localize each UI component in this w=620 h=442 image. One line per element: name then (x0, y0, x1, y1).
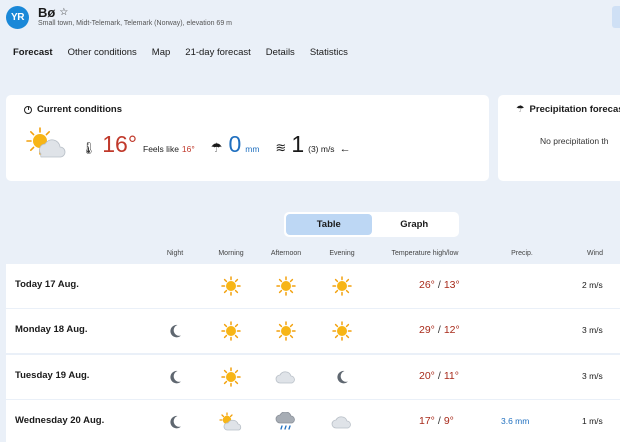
temperature-low: 13° (443, 279, 460, 291)
row-temperature-high-low: 17°/9° (419, 415, 454, 427)
temperature-high: 26° (419, 279, 435, 291)
location-title: Bø ☆ (38, 5, 68, 20)
feels-like-value: 16° (181, 144, 195, 154)
table-view-button[interactable]: Table (286, 214, 372, 235)
wind-gust-unit: (3) m/s (308, 144, 335, 154)
current-conditions-heading: Current conditions (24, 104, 122, 115)
row-wind: 3 m/s (582, 325, 603, 335)
nav-tab-21-day-forecast[interactable]: 21-day forecast (185, 47, 250, 58)
partly-cloudy-sun-icon (26, 127, 66, 164)
feels-like-label: Feels like (143, 144, 179, 154)
nav-tab-map[interactable]: Map (152, 47, 170, 58)
moon-icon (165, 400, 185, 442)
nav-tab-details[interactable]: Details (266, 47, 295, 58)
row-wind: 1 m/s (582, 416, 603, 426)
row-temperature-high-low: 29°/12° (419, 324, 460, 336)
umbrella-icon: ☂ (210, 140, 223, 155)
temperature-high: 29° (419, 324, 435, 336)
table-row[interactable]: Tuesday 19 Aug. 20°/11° 3 m/s (6, 355, 620, 399)
temperature-separator: / (437, 415, 441, 427)
row-day-label: Today 17 Aug. (15, 279, 79, 290)
nav-tab-statistics[interactable]: Statistics (310, 47, 348, 58)
row-wind: 3 m/s (582, 371, 603, 381)
yr-logo[interactable]: YR (6, 6, 29, 29)
precipitation-forecast-card[interactable]: ☂ Precipitation forecas No precipitation… (498, 95, 620, 181)
sun-icon (330, 309, 354, 353)
precipitation-forecast-heading: ☂ Precipitation forecas (516, 104, 620, 115)
location-subtitle: Small town, Midt-Telemark, Telemark (Nor… (38, 20, 232, 27)
header-wind: Wind (587, 250, 603, 257)
current-wind-speed: 1 (291, 131, 305, 157)
view-toggle: Table Graph (284, 212, 459, 237)
temperature-low: 11° (443, 370, 459, 382)
temperature-high: 20° (419, 370, 435, 382)
moon-icon (165, 355, 185, 399)
graph-view-button[interactable]: Graph (372, 214, 458, 235)
sun-icon (274, 264, 298, 308)
precipitation-forecast-note: No precipitation th (540, 136, 609, 146)
row-precipitation: 3.6 mm (501, 416, 530, 426)
precipitation-unit: mm (245, 144, 260, 154)
current-values-row: 🌡︎ 16° Feels like 16° ☂ 0 mm ≋ 1 (3) m/s… (81, 131, 351, 158)
thermometer-icon: 🌡︎ (81, 141, 97, 155)
clock-icon (24, 105, 32, 114)
header-morning: Morning (218, 250, 244, 257)
precipitation-forecast-title: Precipitation forecas (529, 104, 620, 115)
main-nav: Forecast Other conditions Map 21-day for… (13, 47, 348, 58)
cloud-icon (274, 355, 298, 399)
top-right-button[interactable] (612, 6, 620, 28)
row-temperature-high-low: 26°/13° (419, 279, 460, 291)
temperature-high: 17° (419, 415, 435, 427)
header-precipitation: Precip. (511, 250, 533, 257)
wind-icon: ≋ (275, 140, 287, 155)
rain-cloud-icon (274, 400, 298, 442)
moon-icon (330, 355, 354, 399)
row-day-label: Monday 18 Aug. (15, 324, 88, 335)
sun-icon (219, 264, 243, 308)
row-wind: 2 m/s (582, 280, 603, 290)
top-bar: YR Bø ☆ Small town, Midt-Telemark, Telem… (0, 0, 620, 86)
table-row[interactable]: Today 17 Aug. 26°/13° 2 m/s (6, 264, 620, 308)
row-day-label: Tuesday 19 Aug. (15, 370, 90, 381)
row-temperature-high-low: 20°/11° (419, 370, 459, 382)
sun-icon (219, 355, 243, 399)
cloud-icon (330, 400, 354, 442)
umbrella-small-icon: ☂ (516, 104, 525, 115)
row-day-label: Wednesday 20 Aug. (15, 415, 105, 426)
temperature-separator: / (437, 370, 441, 382)
location-name: Bø (38, 5, 56, 20)
temperature-low: 12° (443, 324, 460, 336)
header-afternoon: Afternoon (270, 250, 302, 257)
temperature-separator: / (437, 279, 441, 291)
header-night: Night (166, 250, 184, 257)
moon-icon (165, 309, 185, 353)
wind-direction-arrow-icon: ← (339, 143, 351, 155)
nav-tab-forecast[interactable]: Forecast (13, 47, 53, 58)
sun-icon (274, 309, 298, 353)
current-conditions-title: Current conditions (37, 104, 122, 115)
table-row[interactable]: Monday 18 Aug. 29°/12° 3 m/s (6, 309, 620, 353)
table-row[interactable]: Wednesday 20 Aug. 17°/9° 3.6 mm 1 m/s (6, 400, 620, 442)
header-temperature: Temperature high/low (391, 250, 459, 257)
nav-tab-other-conditions[interactable]: Other conditions (68, 47, 137, 58)
current-precipitation: 0 (228, 131, 242, 157)
sun-icon (219, 309, 243, 353)
current-conditions-card: Current conditions 🌡︎ 16° Feels like 16°… (6, 95, 489, 181)
header-evening: Evening (329, 250, 355, 257)
partly-cloudy-icon (219, 400, 243, 442)
temperature-low: 9° (443, 415, 454, 427)
favorite-star-icon[interactable]: ☆ (59, 7, 68, 18)
sun-icon (330, 264, 354, 308)
temperature-separator: / (437, 324, 441, 336)
current-temperature: 16° (102, 131, 138, 157)
